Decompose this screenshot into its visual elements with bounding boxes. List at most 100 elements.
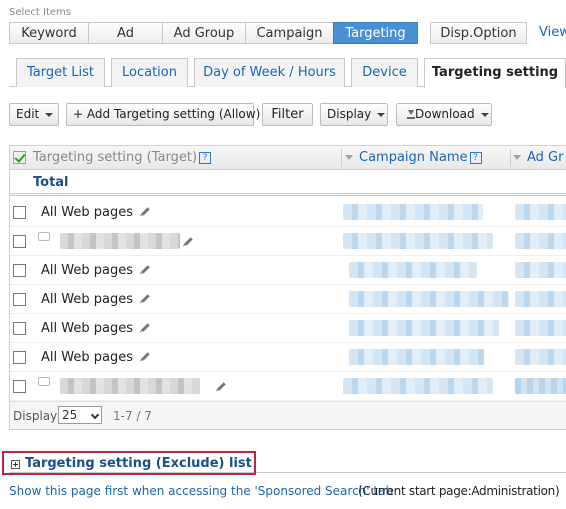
- row-checkbox[interactable]: [13, 322, 26, 335]
- redacted-campaign-name: [349, 320, 499, 336]
- redacted-campaign-name: [349, 349, 484, 365]
- select-items-label: Select Items: [9, 7, 72, 18]
- redacted-target: [60, 378, 200, 394]
- column-separator: [341, 149, 342, 167]
- current-start-page-note: (Current start page:Administration): [358, 484, 560, 498]
- redacted-target: [60, 233, 180, 249]
- add-label: Add Targeting setting (Allow): [86, 107, 261, 121]
- target-label: All Web pages: [41, 263, 133, 278]
- pencil-icon[interactable]: [184, 237, 193, 246]
- target-label: All Web pages: [41, 321, 133, 336]
- redacted-ad-group: [515, 204, 566, 220]
- edit-dropdown-button[interactable]: Edit: [9, 103, 59, 126]
- add-targeting-setting-button[interactable]: + Add Targeting setting (Allow): [66, 103, 260, 126]
- table-row: All Web pages: [10, 343, 566, 372]
- total-label: Total: [33, 175, 69, 190]
- exclude-list-label: Targeting setting (Exclude) list: [25, 456, 252, 471]
- target-cell: All Web pages: [41, 205, 150, 220]
- select-tab-ad-group[interactable]: Ad Group: [162, 22, 246, 44]
- redacted-ad-group: [515, 320, 566, 336]
- table-row: All Web pages: [10, 256, 566, 285]
- column-header-target[interactable]: Targeting setting (Target)?: [33, 146, 212, 170]
- pencil-icon[interactable]: [141, 207, 150, 216]
- sort-icon: [345, 155, 353, 160]
- redacted-ad-group: [515, 262, 566, 278]
- target-label: All Web pages: [41, 205, 133, 220]
- select-tab-ad[interactable]: Ad: [88, 22, 163, 44]
- edit-label: Edit: [16, 107, 40, 121]
- redacted-ad-group: [515, 349, 566, 365]
- subtab-day-of-week-hours[interactable]: Day of Week / Hours: [194, 58, 345, 87]
- targeting-table: Targeting setting (Target)? Campaign Nam…: [9, 145, 566, 430]
- redacted-campaign-name: [349, 291, 509, 307]
- select-tab-campaign[interactable]: Campaign: [245, 22, 334, 44]
- help-icon[interactable]: ?: [199, 152, 212, 164]
- comment-icon[interactable]: [38, 377, 50, 386]
- download-icon: [407, 110, 415, 119]
- column-header-ad-group[interactable]: Ad Gr: [513, 146, 563, 170]
- redacted-campaign-name: [349, 262, 477, 278]
- sort-icon: [513, 155, 521, 160]
- page-range: 1-7 / 7: [113, 409, 152, 423]
- display-dropdown-button[interactable]: Display: [320, 103, 388, 126]
- target-label: All Web pages: [41, 350, 133, 365]
- redacted-campaign-name: [343, 233, 493, 249]
- redacted-ad-group: [515, 378, 566, 394]
- download-dropdown-button[interactable]: Download: [396, 103, 492, 126]
- start-page-link[interactable]: Show this page first when accessing the …: [9, 484, 393, 498]
- column-header-target-label: Targeting setting (Target): [33, 150, 198, 165]
- subtab-location[interactable]: Location: [111, 58, 188, 87]
- total-row: Total: [10, 170, 566, 196]
- plus-icon: +: [73, 107, 84, 121]
- row-checkbox[interactable]: [13, 293, 26, 306]
- select-tab-keyword[interactable]: Keyword: [9, 22, 89, 44]
- select-tab-targeting[interactable]: Targeting: [333, 22, 418, 44]
- redacted-campaign-name: [343, 204, 483, 220]
- table-row: All Web pages: [10, 198, 566, 227]
- redacted-ad-group: [515, 291, 566, 307]
- subtab-device[interactable]: Device: [351, 58, 418, 87]
- row-checkbox[interactable]: [13, 235, 26, 248]
- chevron-down-icon: [90, 410, 100, 420]
- target-cell: All Web pages: [41, 321, 150, 336]
- pencil-icon[interactable]: [141, 265, 150, 274]
- comment-icon[interactable]: [38, 232, 50, 241]
- exclude-list-toggle[interactable]: Targeting setting (Exclude) list: [2, 451, 256, 475]
- view-link[interactable]: View: [539, 25, 566, 40]
- target-cell: All Web pages: [41, 263, 150, 278]
- pencil-icon[interactable]: [217, 382, 226, 391]
- target-label: All Web pages: [41, 292, 133, 307]
- table-row: [10, 227, 566, 256]
- display-label: Display: [327, 107, 372, 121]
- chevron-down-icon: [480, 112, 489, 117]
- pencil-icon[interactable]: [141, 352, 150, 361]
- table-row: All Web pages: [10, 285, 566, 314]
- pagination-bar: Display 25 1-7 / 7: [10, 401, 566, 429]
- row-checkbox[interactable]: [13, 380, 26, 393]
- expand-plus-icon[interactable]: [11, 460, 20, 469]
- filter-button[interactable]: Filter: [262, 103, 313, 126]
- column-header-campaign-label: Campaign Name: [359, 150, 468, 165]
- pencil-icon[interactable]: [141, 323, 150, 332]
- pencil-icon[interactable]: [141, 294, 150, 303]
- redacted-ad-group: [515, 233, 566, 249]
- select-all-checkbox[interactable]: [13, 151, 26, 164]
- column-header-ad-group-label: Ad Gr: [527, 150, 564, 165]
- chevron-down-icon: [377, 112, 386, 117]
- select-tab-disp-option[interactable]: Disp.Option: [430, 22, 527, 44]
- subtab-target-list[interactable]: Target List: [16, 58, 105, 87]
- row-checkbox[interactable]: [13, 206, 26, 219]
- rows-per-page-value: 25: [62, 408, 78, 422]
- subtab-targeting-setting[interactable]: Targeting setting: [424, 58, 566, 88]
- rows-per-page-select[interactable]: 25: [58, 406, 102, 424]
- column-header-campaign-name[interactable]: Campaign Name?: [345, 146, 482, 170]
- column-separator: [510, 149, 511, 167]
- help-icon[interactable]: ?: [469, 152, 482, 164]
- target-cell: All Web pages: [41, 350, 150, 365]
- redacted-campaign-name: [343, 378, 493, 394]
- download-label: Download: [415, 107, 475, 121]
- table-row: [10, 372, 566, 401]
- target-cell: All Web pages: [41, 292, 150, 307]
- row-checkbox[interactable]: [13, 351, 26, 364]
- row-checkbox[interactable]: [13, 264, 26, 277]
